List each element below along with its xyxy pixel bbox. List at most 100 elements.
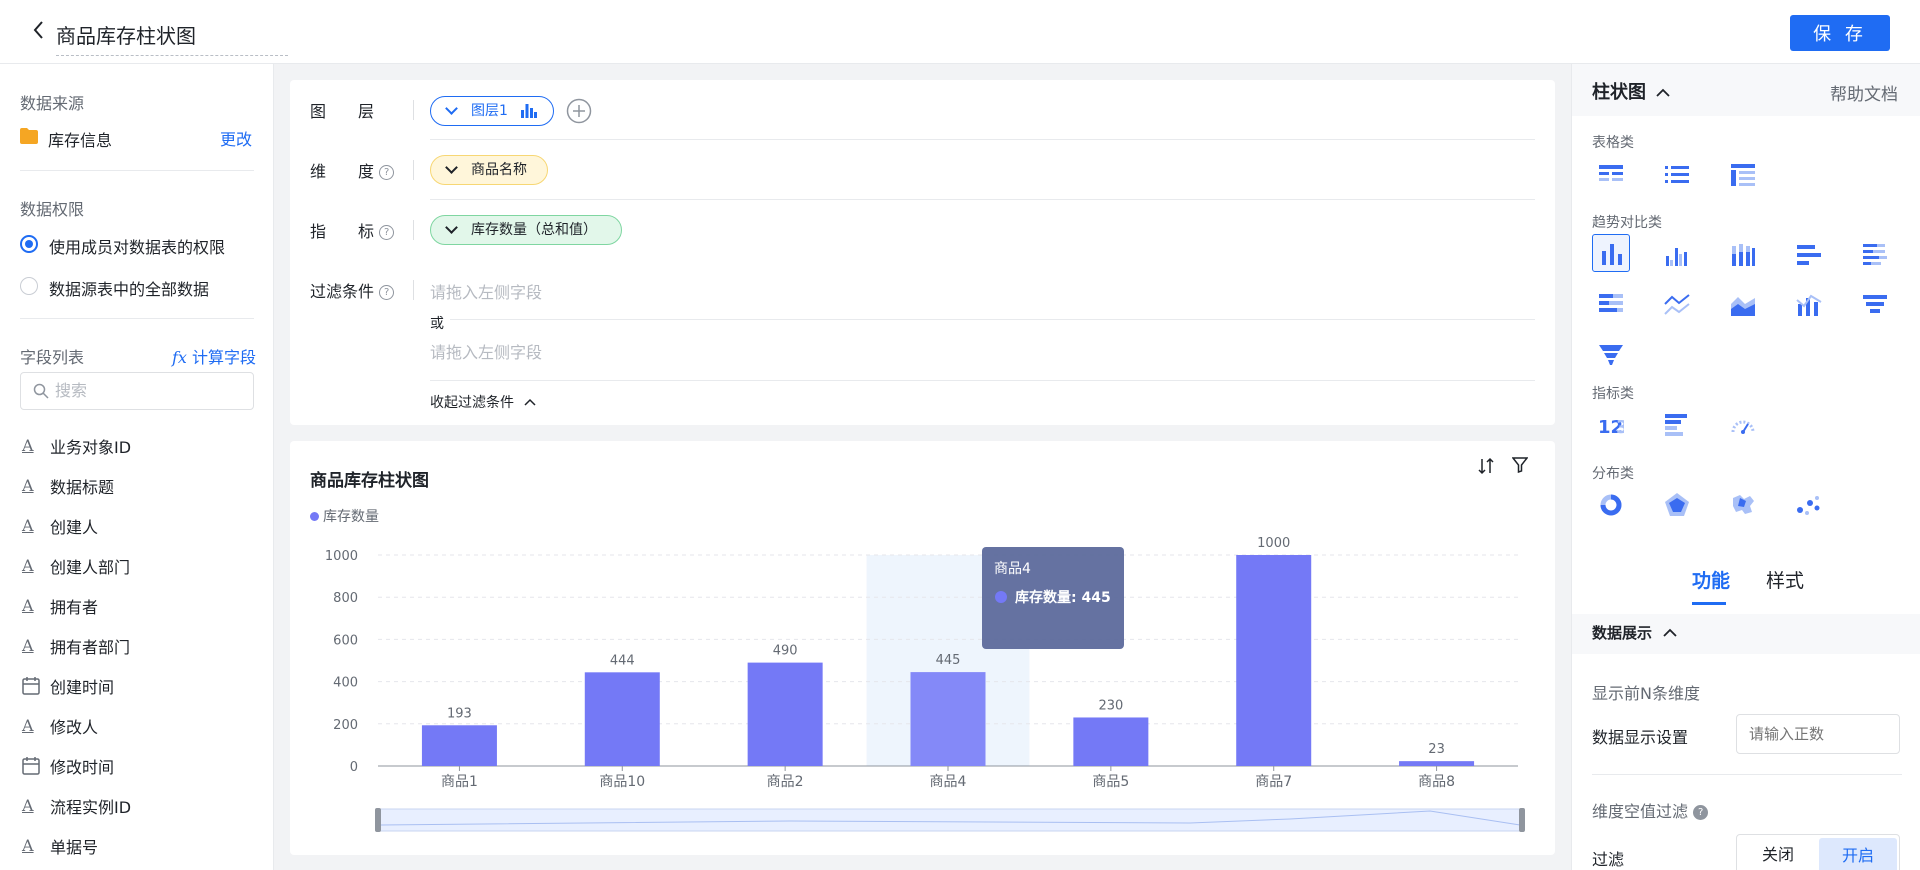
chart-type-percent-bar[interactable] bbox=[1592, 286, 1630, 324]
bar[interactable] bbox=[584, 672, 660, 766]
chevron-up-icon bbox=[1663, 628, 1677, 637]
chart-type-bar-chart[interactable] bbox=[1592, 234, 1630, 272]
divider bbox=[430, 199, 1535, 200]
bar[interactable] bbox=[747, 662, 823, 766]
bar-chart-icon bbox=[521, 104, 537, 118]
chart-type-line-chart[interactable] bbox=[1658, 286, 1696, 324]
data-display-section[interactable]: 数据展示 bbox=[1592, 622, 1677, 643]
tooltip-title: 商品4 bbox=[994, 561, 1031, 577]
chart-type-horizontal-bar[interactable] bbox=[1790, 236, 1828, 274]
field-item[interactable]: A 创建人 bbox=[20, 512, 254, 542]
chart-type-title[interactable]: 柱状图 bbox=[1592, 78, 1670, 104]
bar[interactable] bbox=[1073, 717, 1149, 766]
chart-type-list[interactable] bbox=[1658, 156, 1696, 194]
x-tick-label: 商品1 bbox=[441, 774, 478, 790]
help-icon[interactable]: ? bbox=[379, 285, 395, 300]
chart-type-area-chart[interactable] bbox=[1724, 286, 1762, 324]
field-item[interactable]: A 创建人部门 bbox=[20, 552, 254, 582]
chart-type-combo-chart[interactable] bbox=[1790, 286, 1828, 324]
chart-type-funnel[interactable] bbox=[1856, 286, 1894, 324]
field-name: 拥有者部门 bbox=[50, 638, 131, 657]
field-item[interactable]: 修改时间 bbox=[20, 752, 254, 782]
field-item[interactable]: A 单据号 bbox=[20, 832, 254, 862]
chart-type-number-card[interactable]: 12 3 bbox=[1592, 406, 1630, 444]
chart-type-grouped-bar[interactable] bbox=[1658, 236, 1696, 274]
field-item[interactable]: A 修改人 bbox=[20, 712, 254, 742]
search-icon bbox=[33, 383, 49, 399]
table-icon bbox=[1599, 165, 1623, 181]
field-item[interactable]: 创建时间 bbox=[20, 672, 254, 702]
section-metric-label: 指标类 bbox=[1592, 386, 1634, 402]
list-icon bbox=[1665, 166, 1689, 183]
data-label: 230 bbox=[1098, 698, 1123, 713]
dimension-pill[interactable]: 商品名称 bbox=[430, 155, 548, 185]
help-icon[interactable]: ? bbox=[1693, 805, 1709, 820]
save-button[interactable]: 保 存 bbox=[1790, 15, 1890, 51]
display-setting-input[interactable] bbox=[1736, 714, 1900, 754]
y-tick-label: 800 bbox=[333, 591, 358, 606]
dimension-label: 维 度 ? bbox=[310, 158, 395, 182]
collapse-filter-button[interactable]: 收起过滤条件 bbox=[430, 392, 536, 412]
filter-toggle: 关闭 开启 bbox=[1736, 834, 1900, 870]
layer-pill[interactable]: 图层1 bbox=[430, 96, 554, 126]
or-label: 或 bbox=[430, 313, 450, 333]
field-search-input[interactable] bbox=[55, 381, 235, 400]
chart-type-radar-chart[interactable] bbox=[1658, 486, 1696, 524]
section-table-label: 表格类 bbox=[1592, 135, 1634, 151]
left-panel: 数据来源 库存信息 更改 数据权限 使用成员对数据表的权限 数据源表中的全部数据… bbox=[0, 64, 274, 870]
chart-type-inverted-funnel[interactable] bbox=[1592, 336, 1630, 374]
chart-type-ranking-bar[interactable] bbox=[1658, 406, 1696, 444]
help-docs-link[interactable]: 帮助文档 bbox=[1830, 80, 1898, 105]
toggle-on-option[interactable]: 开启 bbox=[1819, 838, 1897, 870]
tab-function[interactable]: 功能 bbox=[1692, 566, 1730, 593]
add-layer-icon[interactable] bbox=[566, 98, 592, 124]
dimension-label-text: 维 度 bbox=[310, 162, 375, 181]
field-item[interactable]: A 拥有者部门 bbox=[20, 632, 254, 662]
chart-type-table[interactable] bbox=[1592, 156, 1630, 194]
chart-type-donut-chart[interactable] bbox=[1592, 486, 1630, 524]
chart-type-stacked-bar[interactable] bbox=[1724, 236, 1762, 274]
field-item[interactable]: A 业务对象ID bbox=[20, 432, 254, 462]
zoom-handle-left[interactable] bbox=[375, 808, 381, 832]
separator bbox=[413, 160, 414, 180]
filter-drop-zone-2[interactable]: 请拖入左侧字段 bbox=[430, 339, 542, 363]
permission-radio-all[interactable] bbox=[20, 277, 38, 295]
field-search-box bbox=[20, 372, 254, 410]
bar[interactable] bbox=[1236, 555, 1312, 766]
chart-type-scatter-chart[interactable] bbox=[1790, 486, 1828, 524]
permission-radio-member[interactable] bbox=[20, 235, 38, 253]
toggle-off-option[interactable]: 关闭 bbox=[1737, 835, 1819, 870]
x-tick-label: 商品8 bbox=[1418, 774, 1455, 790]
line-chart-icon bbox=[1664, 294, 1690, 315]
chevron-up-icon bbox=[524, 398, 536, 406]
bar[interactable] bbox=[421, 725, 497, 766]
help-icon[interactable]: ? bbox=[379, 165, 395, 180]
chart-type-map[interactable] bbox=[1724, 486, 1762, 524]
chart-type-stacked-horizontal-bar[interactable] bbox=[1856, 236, 1894, 274]
donut-chart-icon bbox=[1600, 494, 1622, 516]
chart-type-title-text: 柱状图 bbox=[1592, 82, 1646, 103]
field-item[interactable]: A 拥有者 bbox=[20, 592, 254, 622]
field-name: 业务对象ID bbox=[50, 438, 132, 457]
zoom-slider-track[interactable] bbox=[377, 808, 1523, 832]
metric-pill[interactable]: 库存数量（总和值） bbox=[430, 215, 622, 245]
tab-style[interactable]: 样式 bbox=[1766, 566, 1804, 593]
y-tick-label: 200 bbox=[333, 718, 358, 733]
chart-type-gauge[interactable] bbox=[1724, 406, 1762, 444]
section-trend-label: 趋势对比类 bbox=[1592, 215, 1662, 231]
help-icon[interactable]: ? bbox=[379, 225, 395, 240]
back-arrow-icon[interactable] bbox=[30, 18, 48, 42]
field-item[interactable]: A 流程实例ID bbox=[20, 792, 254, 822]
page-title[interactable]: 商品库存柱状图 bbox=[56, 20, 288, 56]
calendar-icon bbox=[22, 757, 40, 775]
filter-drop-zone-1[interactable]: 请拖入左侧字段 bbox=[430, 279, 542, 303]
text-field-icon: A bbox=[22, 436, 34, 455]
change-source-link[interactable]: 更改 bbox=[220, 126, 252, 150]
zoom-handle-right[interactable] bbox=[1519, 808, 1525, 832]
chart-type-pivot-table[interactable] bbox=[1724, 156, 1762, 194]
field-name: 修改人 bbox=[50, 718, 99, 737]
calc-field-button[interactable]: fx 计算字段 bbox=[172, 344, 256, 368]
bar[interactable] bbox=[1399, 761, 1475, 766]
field-item[interactable]: A 数据标题 bbox=[20, 472, 254, 502]
bar[interactable] bbox=[910, 672, 986, 766]
